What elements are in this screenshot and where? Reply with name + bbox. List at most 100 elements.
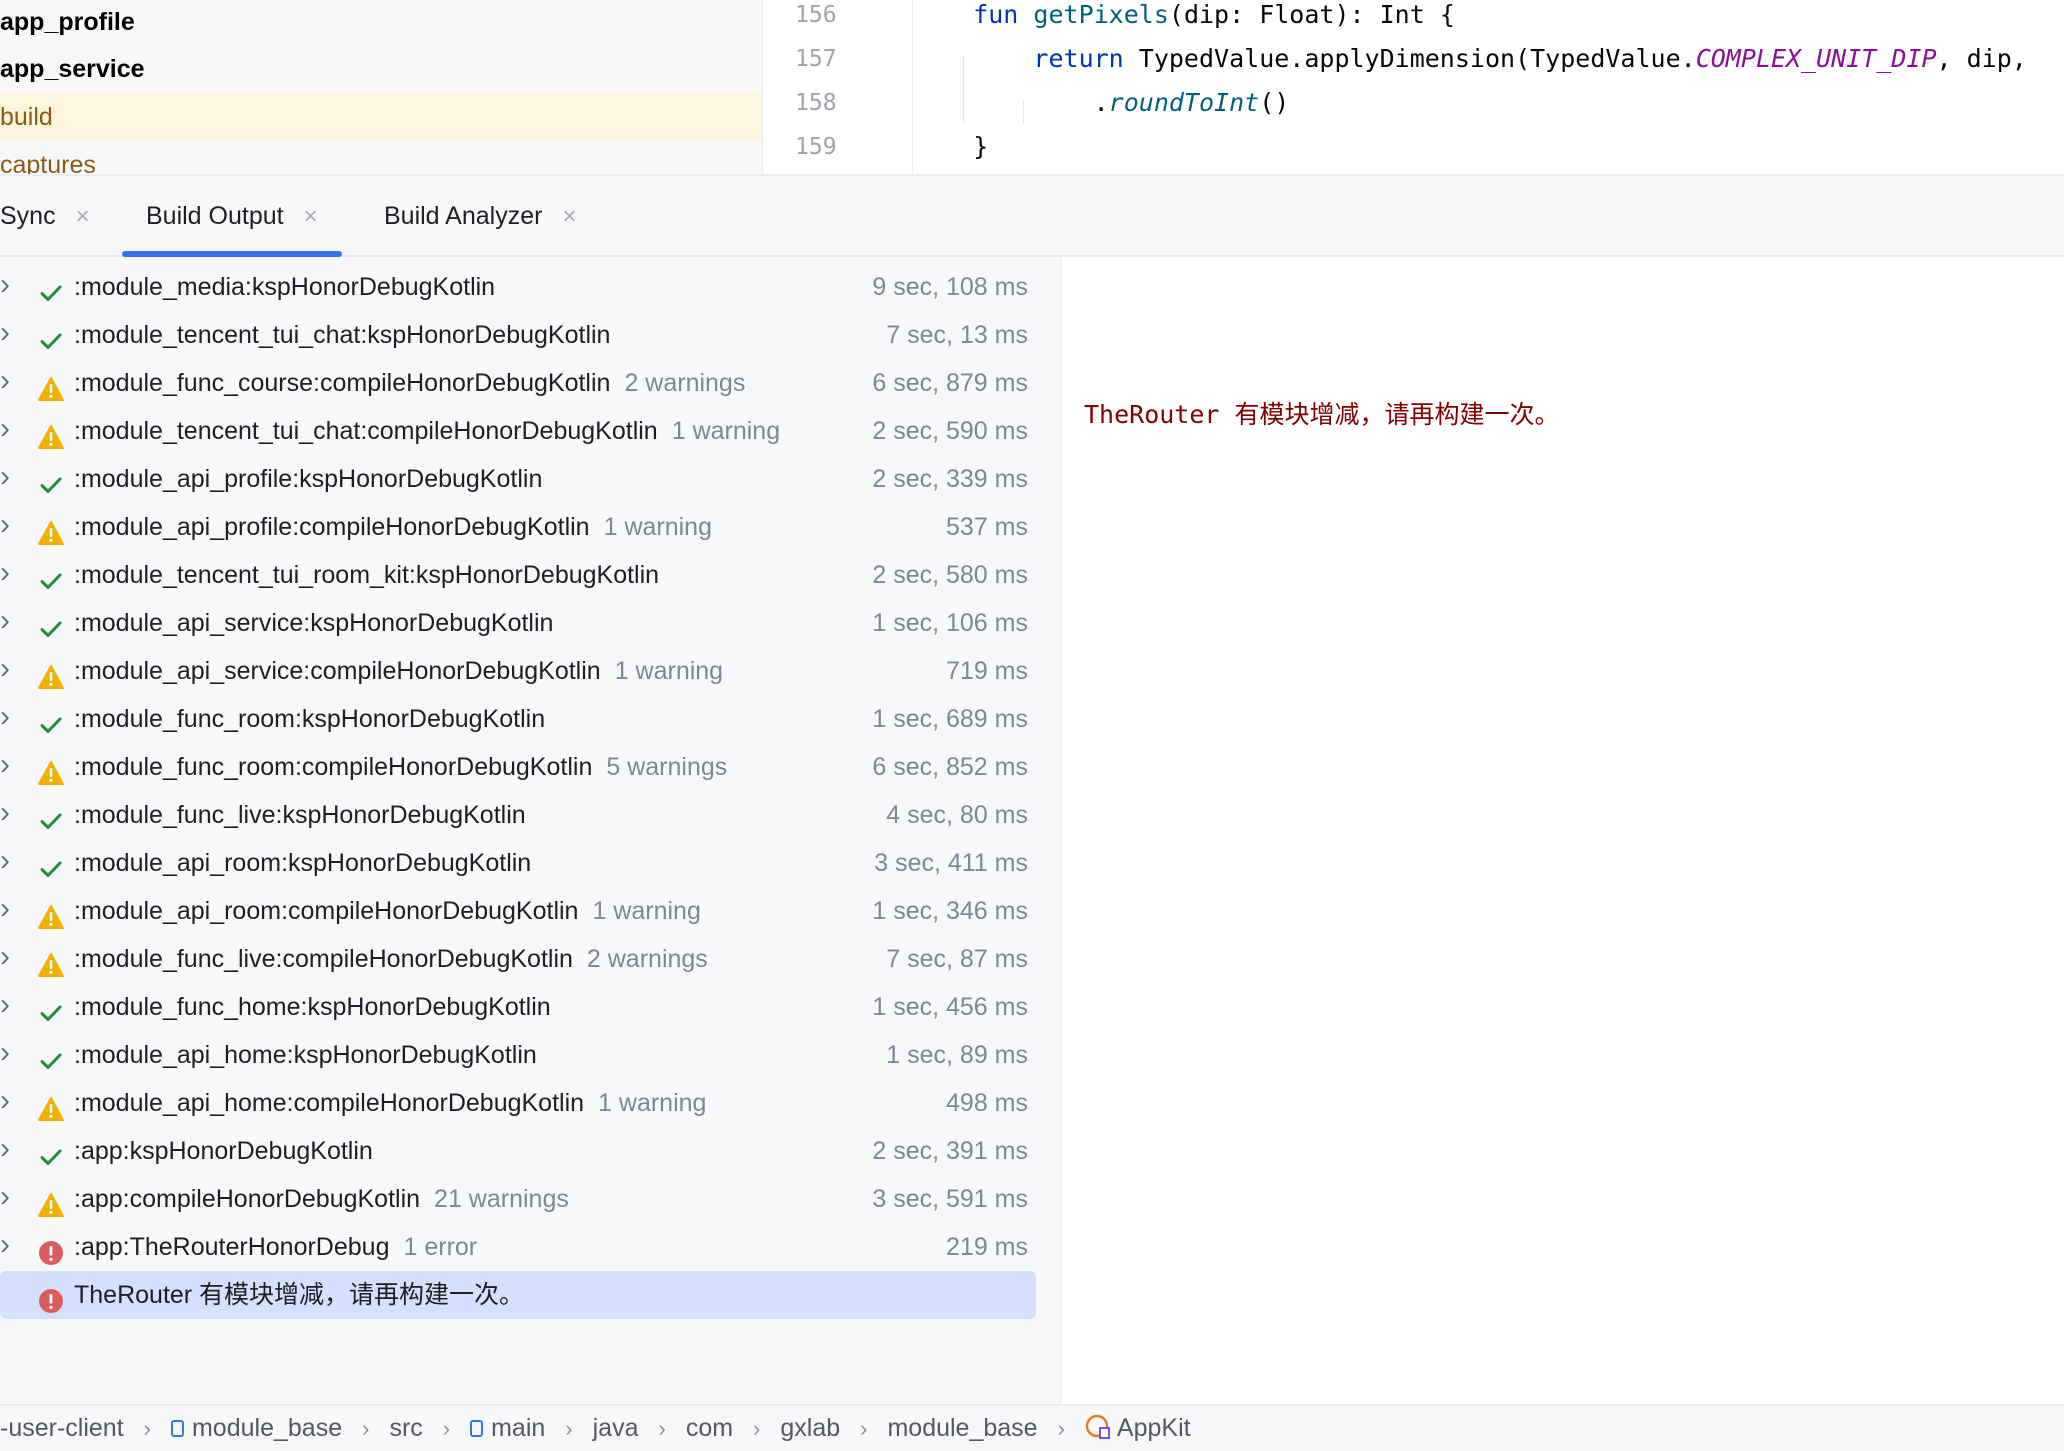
- chevron-right-icon[interactable]: ›: [0, 455, 10, 499]
- task-note: 21 warnings: [434, 1185, 569, 1213]
- build-task-row[interactable]: TheRouter 有模块增减，请再构建一次。: [0, 1271, 1036, 1319]
- build-task-row[interactable]: › :module_func_live:compileHonorDebugKotl…: [0, 935, 1036, 983]
- tree-item[interactable]: captures: [0, 141, 762, 174]
- build-task-row[interactable]: › :module_func_live:kspHonorDebugKotlin 4 …: [0, 791, 1036, 839]
- chevron-right-icon[interactable]: ›: [0, 695, 10, 739]
- tab-build-analyzer[interactable]: Build Analyzer ×: [384, 176, 576, 257]
- build-task-row[interactable]: ›:module_api_profile:kspHonorDebugKotlin…: [0, 455, 1036, 503]
- build-task-row[interactable]: ›:module_api_home:kspHonorDebugKotlin 1 s…: [0, 1031, 1036, 1079]
- chevron-right-icon[interactable]: ›: [0, 551, 10, 595]
- indent-guide: [963, 56, 964, 122]
- build-task-row[interactable]: ›:module_tencent_tui_room_kit:kspHonorDe…: [0, 551, 1036, 599]
- breadcrumb-item[interactable]: -user-client: [0, 1406, 124, 1450]
- build-task-row[interactable]: ›:module_api_profile:compileHonorDebugKo…: [0, 503, 1036, 551]
- task-duration: 9 sec, 108 ms: [872, 273, 1028, 301]
- breadcrumb-item[interactable]: AppKit: [1085, 1406, 1191, 1450]
- task-label: :module_api_home:compileHonorDebugKotlin: [74, 1089, 585, 1117]
- task-name: :module_media:kspHonorDebugKotlin: [74, 263, 495, 311]
- chevron-right-icon[interactable]: ›: [0, 983, 10, 1027]
- code-token: .: [913, 88, 1109, 117]
- success-icon: [38, 706, 64, 733]
- breadcrumb-item[interactable]: src: [389, 1406, 422, 1450]
- build-output-tree[interactable]: › :module_media:kspHonorDebugKotlin 9 sec,…: [0, 257, 1061, 1404]
- chevron-right-icon: ›: [442, 1416, 451, 1441]
- task-note: 2 warnings: [624, 369, 746, 397]
- chevron-right-icon[interactable]: ›: [0, 599, 10, 643]
- task-name: :app:kspHonorDebugKotlin: [74, 1127, 373, 1175]
- task-duration: 2 sec, 339 ms: [872, 465, 1028, 493]
- chevron-right-icon[interactable]: ›: [0, 1127, 10, 1171]
- chevron-right-icon[interactable]: ›: [0, 1223, 10, 1267]
- build-task-row[interactable]: ›:module_func_room:kspHonorDebugKotlin 1 …: [0, 695, 1036, 743]
- build-task-row[interactable]: ›:module_func_home:kspHonorDebugKotlin 1 …: [0, 983, 1036, 1031]
- close-icon[interactable]: ×: [304, 203, 318, 230]
- tab-build-output[interactable]: Build Output ×: [122, 176, 342, 257]
- close-icon[interactable]: ×: [76, 203, 90, 230]
- warning-icon: [38, 1090, 64, 1121]
- build-task-row[interactable]: › :module_media:kspHonorDebugKotlin 9 sec,…: [0, 263, 1036, 311]
- breadcrumb-item[interactable]: java: [593, 1406, 639, 1450]
- task-name: :module_func_home:kspHonorDebugKotlin: [74, 983, 551, 1031]
- task-label: :module_api_service:compileHonorDebugKot…: [74, 657, 601, 685]
- task-label: :module_api_service:kspHonorDebugKotlin: [74, 609, 554, 637]
- chevron-right-icon[interactable]: ›: [0, 887, 10, 931]
- build-task-row[interactable]: › :module_api_home:compileHonorDebugKotli…: [0, 1079, 1036, 1127]
- task-label: :module_media:kspHonorDebugKotlin: [74, 273, 496, 301]
- task-label: :module_func_live:compileHonorDebugKotli…: [74, 945, 573, 973]
- chevron-right-icon[interactable]: ›: [0, 1079, 10, 1123]
- build-task-row[interactable]: ›:module_api_room:compileHonorDebugKotli…: [0, 887, 1036, 935]
- code-token: getPixels: [1033, 0, 1169, 29]
- breadcrumb-item[interactable]: com: [686, 1406, 733, 1450]
- tree-item[interactable]: app_profile: [0, 0, 762, 45]
- chevron-right-icon[interactable]: ›: [0, 1031, 10, 1075]
- chevron-right-icon[interactable]: ›: [0, 263, 10, 307]
- breadcrumb-item[interactable]: gxlab: [780, 1406, 840, 1450]
- build-task-row[interactable]: ›:app:kspHonorDebugKotlin 2 sec, 391 ms: [0, 1127, 1036, 1175]
- success-icon: [38, 1042, 64, 1069]
- chevron-right-icon[interactable]: ›: [0, 791, 10, 835]
- chevron-right-icon[interactable]: ›: [0, 1175, 10, 1219]
- success-icon: [38, 274, 64, 301]
- tab-sync[interactable]: Sync ×: [0, 176, 90, 257]
- chevron-right-icon[interactable]: ›: [0, 359, 10, 403]
- build-task-row[interactable]: ›:module_func_room:compileHonorDebugKotl…: [0, 743, 1036, 791]
- task-note: 1 warning: [592, 897, 701, 925]
- build-task-row[interactable]: ›:app:TheRouterHonorDebug 1 error 219 ms: [0, 1223, 1036, 1271]
- build-task-row[interactable]: ›:module_tencent_tui_chat:kspHonorDebugK…: [0, 311, 1036, 359]
- task-label: :module_api_home:kspHonorDebugKotlin: [74, 1041, 537, 1069]
- breadcrumb-label: src: [389, 1414, 423, 1442]
- build-task-row[interactable]: ›:module_tencent_tui_chat:compileHonorDe…: [0, 407, 1036, 455]
- breadcrumb-label: java: [592, 1414, 639, 1442]
- chevron-right-icon[interactable]: ›: [0, 935, 10, 979]
- build-task-row[interactable]: › :module_api_service:compileHonorDebugKo…: [0, 647, 1036, 695]
- breadcrumb-item[interactable]: main: [470, 1406, 545, 1450]
- code-token: , dip,: [1936, 44, 2042, 73]
- task-name: :app:compileHonorDebugKotlin 21 warnings: [74, 1175, 569, 1223]
- build-task-row[interactable]: › :module_api_service:kspHonorDebugKotlin…: [0, 599, 1036, 647]
- task-duration: 7 sec, 87 ms: [886, 945, 1028, 973]
- task-note: 1 warning: [614, 657, 724, 685]
- tab-label: Build Analyzer: [384, 202, 543, 230]
- error-icon: [38, 1282, 64, 1313]
- chevron-right-icon[interactable]: ›: [0, 407, 10, 451]
- chevron-right-icon[interactable]: ›: [0, 839, 10, 883]
- build-task-row[interactable]: ›:module_api_room:kspHonorDebugKotlin 3 s…: [0, 839, 1036, 887]
- close-icon[interactable]: ×: [562, 203, 576, 230]
- code-editor[interactable]: fun getPixels(dip: Float): Int { return …: [913, 0, 2064, 174]
- task-name: :app:TheRouterHonorDebug 1 error: [74, 1223, 477, 1271]
- chevron-right-icon[interactable]: ›: [0, 743, 10, 787]
- chevron-right-icon[interactable]: ›: [0, 503, 10, 547]
- breadcrumb-item[interactable]: module_base: [170, 1406, 342, 1450]
- chevron-right-icon[interactable]: ›: [0, 311, 10, 355]
- task-note: 1 warning: [603, 513, 712, 541]
- task-label: :module_func_live:kspHonorDebugKotlin: [74, 801, 526, 829]
- task-duration: 4 sec, 80 ms: [886, 801, 1028, 829]
- chevron-right-icon[interactable]: ›: [0, 647, 10, 691]
- task-name: :module_func_live:compileHonorDebugKotli…: [74, 935, 708, 983]
- code-line: fun getPixels(dip: Float): Int {: [913, 0, 2064, 44]
- breadcrumb-item[interactable]: module_base: [887, 1406, 1037, 1450]
- build-task-row[interactable]: ›:module_func_course:compileHonorDebugKo…: [0, 359, 1036, 407]
- build-task-row[interactable]: › :app:compileHonorDebugKotlin 21 warnings…: [0, 1175, 1036, 1223]
- tree-item[interactable]: build: [0, 93, 762, 141]
- tree-item[interactable]: app_service: [0, 45, 762, 93]
